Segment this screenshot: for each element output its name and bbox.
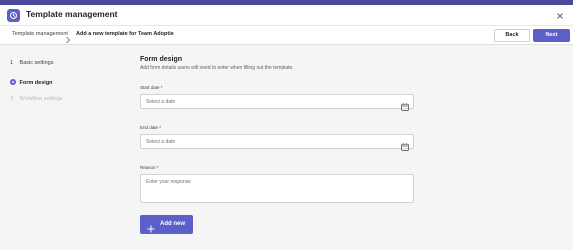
window-title: Template management xyxy=(26,9,118,19)
back-button[interactable]: Back xyxy=(494,29,530,42)
calendar-icon[interactable] xyxy=(401,138,409,151)
step-form-design[interactable]: Form design xyxy=(10,78,53,88)
step-label: Workflow settings xyxy=(19,96,63,102)
step-number: 1 xyxy=(10,60,14,66)
step-number: 3 xyxy=(10,96,14,102)
start-date-placeholder: Select a date xyxy=(146,99,176,105)
breadcrumb-current: Add a new template for Team Adoptie xyxy=(76,31,174,37)
form-section-title: Form design xyxy=(140,56,183,63)
templates-app-icon xyxy=(7,9,20,22)
start-date-label: Start date * xyxy=(140,85,163,90)
add-new-label: Add new xyxy=(160,221,185,227)
end-date-placeholder: Select a date xyxy=(146,139,176,145)
end-date-picker[interactable]: Select a date xyxy=(140,134,414,151)
step-workflow-settings: 3 Workflow settings xyxy=(10,96,63,106)
calendar-icon[interactable] xyxy=(401,98,409,111)
reason-textarea[interactable]: Enter your response xyxy=(140,174,414,203)
current-step-icon xyxy=(10,79,16,85)
step-basic-settings[interactable]: 1 Basic settings xyxy=(10,60,53,70)
form-section-subtitle: Add form details users will need to ente… xyxy=(140,65,294,71)
step-label: Form design xyxy=(19,80,53,86)
start-date-picker[interactable]: Select a date xyxy=(140,94,414,111)
reason-label: Reason * xyxy=(140,165,159,170)
next-button[interactable]: Next xyxy=(533,29,570,42)
reason-placeholder: Enter your response xyxy=(146,179,192,185)
end-date-label: End date * xyxy=(140,125,162,130)
plus-icon xyxy=(147,220,155,233)
wizard-toolbar: Template management Add a new template f… xyxy=(0,26,573,45)
window-titlebar: Template management xyxy=(0,5,573,26)
chevron-right-icon xyxy=(65,31,71,44)
close-icon[interactable] xyxy=(554,9,566,21)
add-new-field-button[interactable]: Add new xyxy=(140,215,193,234)
step-label: Basic settings xyxy=(19,60,54,66)
breadcrumb-root-link[interactable]: Template management xyxy=(12,31,68,37)
